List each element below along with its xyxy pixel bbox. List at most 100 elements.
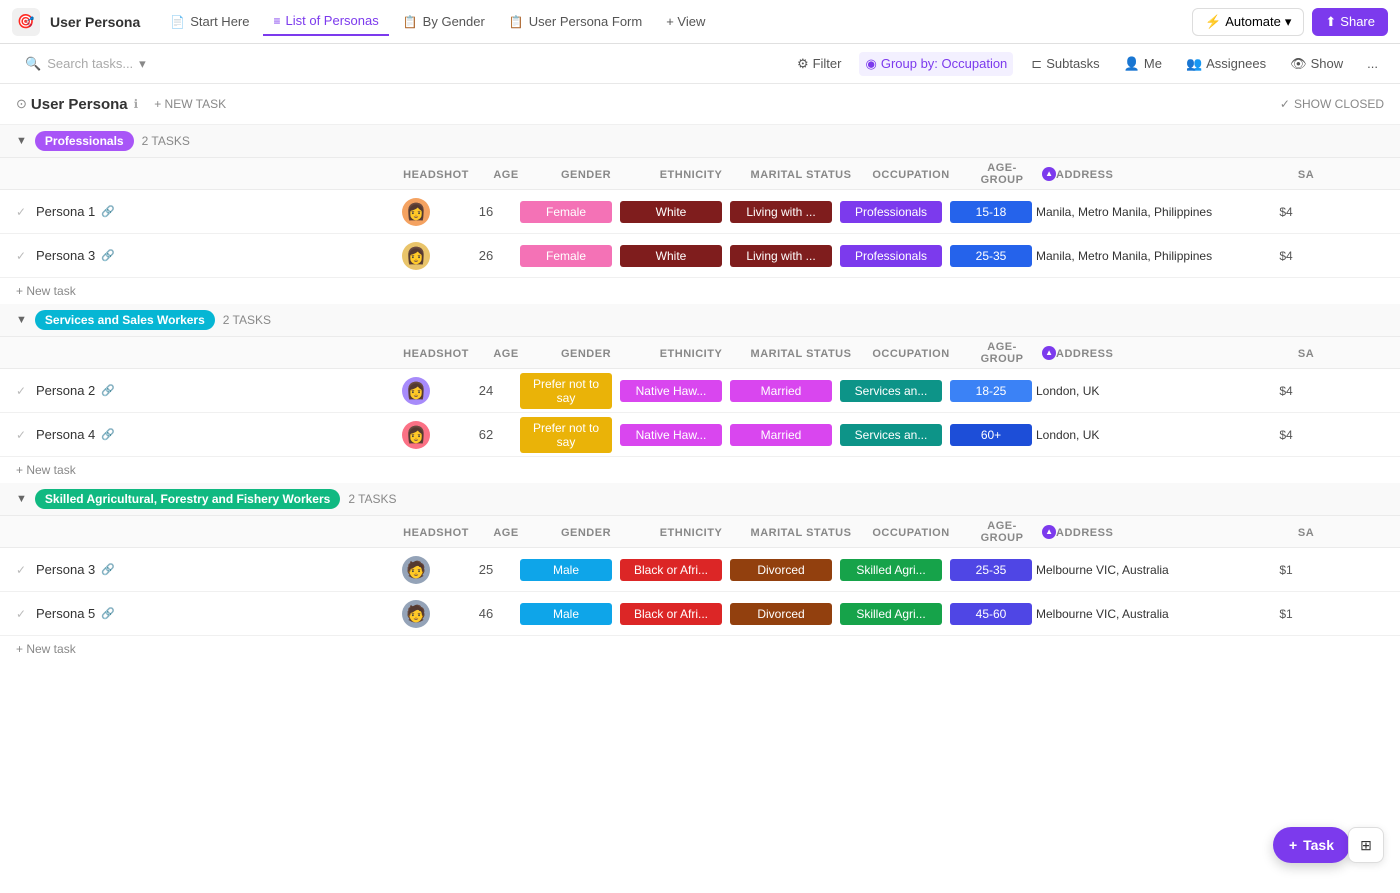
tab-by-gender-icon: 📋 [403, 15, 418, 29]
tab-list-of-personas[interactable]: ≡ List of Personas [263, 7, 388, 36]
filter-button[interactable]: ⚙ Filter [791, 52, 848, 76]
link-icon-persona5[interactable]: 🔗 [101, 607, 115, 620]
tab-by-gender[interactable]: 📋 By Gender [393, 8, 495, 35]
cell-age-group-persona3g3: 25-35 [946, 559, 1036, 581]
me-button[interactable]: 👤 Me [1118, 52, 1168, 76]
group-toggle-agricultural[interactable]: ▼ [16, 493, 27, 505]
col-salary-header: SA [1276, 166, 1336, 181]
header-toggle[interactable]: ⊙ [16, 96, 27, 112]
search-box[interactable]: 🔍 Search tasks... ▾ [16, 51, 155, 77]
check-persona3-g1[interactable]: ✓ [16, 249, 36, 263]
cell-salary-persona3g1: $4 [1256, 249, 1316, 263]
cell-salary-persona5: $1 [1256, 607, 1316, 621]
tab-user-persona-form[interactable]: 📋 User Persona Form [499, 8, 652, 35]
new-task-row-services[interactable]: + New task [0, 457, 1400, 483]
tab-start-here[interactable]: 📄 Start Here [160, 8, 259, 35]
fab-grid-button[interactable]: ⊞ [1348, 827, 1384, 863]
col-age-header-3: AGE [476, 524, 536, 539]
cell-marital-persona4: Married [726, 424, 836, 446]
tab-view-add[interactable]: + View [656, 8, 715, 35]
link-icon-persona2[interactable]: 🔗 [101, 384, 115, 397]
cell-ethnicity-persona5: Black or Afri... [616, 603, 726, 625]
link-icon-persona1[interactable]: 🔗 [101, 205, 115, 218]
grid-icon: ⊞ [1360, 837, 1372, 854]
table-row: ✓ Persona 3 🔗 🧑 25 Male Black or Afri...… [0, 548, 1400, 592]
new-task-row-professionals[interactable]: + New task [0, 278, 1400, 304]
persona3-g3-name[interactable]: Persona 3 [36, 562, 95, 577]
info-icon[interactable]: ℹ [134, 97, 139, 111]
table-row: ✓ Persona 1 🔗 👩 16 Female White Living w… [0, 190, 1400, 234]
col-headshot-header: HEADSHOT [396, 166, 476, 181]
assignees-button[interactable]: 👥 Assignees [1180, 52, 1272, 76]
automate-icon: ⚡ [1205, 14, 1221, 30]
new-task-button[interactable]: + NEW TASK [148, 94, 232, 114]
cell-address-persona5: Melbourne VIC, Australia [1036, 607, 1256, 621]
show-closed-button[interactable]: ✓ SHOW CLOSED [1280, 97, 1384, 111]
avatar-persona3g3: 🧑 [402, 556, 430, 584]
sort-icon[interactable]: ▲ [1042, 167, 1056, 181]
subtasks-button[interactable]: ⊏ Subtasks [1025, 52, 1105, 76]
link-icon-persona3g1[interactable]: 🔗 [101, 249, 115, 262]
row-age-persona1: 16 [456, 204, 516, 219]
row-name-cell-persona3-g3: Persona 3 🔗 [36, 562, 376, 577]
group-skilled-agricultural: ▼ Skilled Agricultural, Forestry and Fis… [0, 483, 1400, 516]
link-icon-persona4[interactable]: 🔗 [101, 428, 115, 441]
group-toggle-professionals[interactable]: ▼ [16, 135, 27, 147]
check-persona3-g3[interactable]: ✓ [16, 563, 36, 577]
row-headshot-persona1: 👩 [376, 198, 456, 226]
share-icon: ⬆ [1325, 14, 1336, 30]
group-toggle-services[interactable]: ▼ [16, 314, 27, 326]
tab-start-here-icon: 📄 [170, 15, 185, 29]
page-title: User Persona [31, 96, 128, 113]
check-persona1[interactable]: ✓ [16, 205, 36, 219]
fab-task-button[interactable]: + Task [1273, 827, 1350, 863]
show-icon: 👁 [1290, 56, 1307, 72]
cell-salary-persona1: $4 [1256, 205, 1316, 219]
col-address-header: ADDRESS [1056, 166, 1276, 181]
fab-label: Task [1303, 837, 1334, 853]
check-persona5[interactable]: ✓ [16, 607, 36, 621]
col-marital-header: MARITAL STATUS [746, 166, 856, 181]
persona2-name[interactable]: Persona 2 [36, 383, 95, 398]
cell-gender-persona1: Female [516, 201, 616, 223]
row-age-persona5: 46 [456, 606, 516, 621]
share-button[interactable]: ⬆ Share [1312, 8, 1388, 36]
row-age-persona4: 62 [456, 427, 516, 442]
me-icon: 👤 [1124, 56, 1140, 72]
col-age-group-header-3: AGE-GROUP ▲ [966, 520, 1056, 544]
cell-address-persona3g1: Manila, Metro Manila, Philippines [1036, 249, 1256, 263]
cell-gender-persona5: Male [516, 603, 616, 625]
automate-button[interactable]: ⚡ Automate ▾ [1192, 8, 1304, 36]
col-headshot-header-3: HEADSHOT [396, 524, 476, 539]
col-marital-header-3: MARITAL STATUS [746, 524, 856, 539]
tab-list-icon: ≡ [273, 14, 280, 28]
check-persona2[interactable]: ✓ [16, 384, 36, 398]
cell-marital-persona3g1: Living with ... [726, 245, 836, 267]
col-gender-header: GENDER [536, 166, 636, 181]
group-by-button[interactable]: ◉ Group by: Occupation [859, 52, 1013, 76]
cell-ethnicity-persona3g1: White [616, 245, 726, 267]
col-occupation-header-2: OCCUPATION [856, 345, 966, 360]
cell-occupation-persona2: Services an... [836, 380, 946, 402]
table-row: ✓ Persona 4 🔗 👩 62 Prefer not to say Nat… [0, 413, 1400, 457]
show-button[interactable]: 👁 Show [1284, 52, 1349, 76]
row-name-cell-persona5: Persona 5 🔗 [36, 606, 376, 621]
nav-right-actions: ⚡ Automate ▾ ⬆ Share [1192, 8, 1388, 36]
check-persona4[interactable]: ✓ [16, 428, 36, 442]
persona5-name[interactable]: Persona 5 [36, 606, 95, 621]
persona1-name[interactable]: Persona 1 [36, 204, 95, 219]
more-button[interactable]: ... [1361, 52, 1384, 75]
persona4-name[interactable]: Persona 4 [36, 427, 95, 442]
cell-occupation-persona5: Skilled Agri... [836, 603, 946, 625]
persona3-g1-name[interactable]: Persona 3 [36, 248, 95, 263]
top-navigation: 🎯 User Persona 📄 Start Here ≡ List of Pe… [0, 0, 1400, 44]
link-icon-persona3g3[interactable]: 🔗 [101, 563, 115, 576]
row-name-cell-persona2: Persona 2 🔗 [36, 383, 376, 398]
col-occupation-header-3: OCCUPATION [856, 524, 966, 539]
sort-icon-3[interactable]: ▲ [1042, 525, 1056, 539]
group-badge-professionals: Professionals [35, 131, 134, 151]
sort-icon-2[interactable]: ▲ [1042, 346, 1056, 360]
main-content: ▼ Professionals 2 TASKS HEADSHOT AGE GEN… [0, 125, 1400, 662]
new-task-row-agricultural[interactable]: + New task [0, 636, 1400, 662]
group-services-sales: ▼ Services and Sales Workers 2 TASKS [0, 304, 1400, 337]
